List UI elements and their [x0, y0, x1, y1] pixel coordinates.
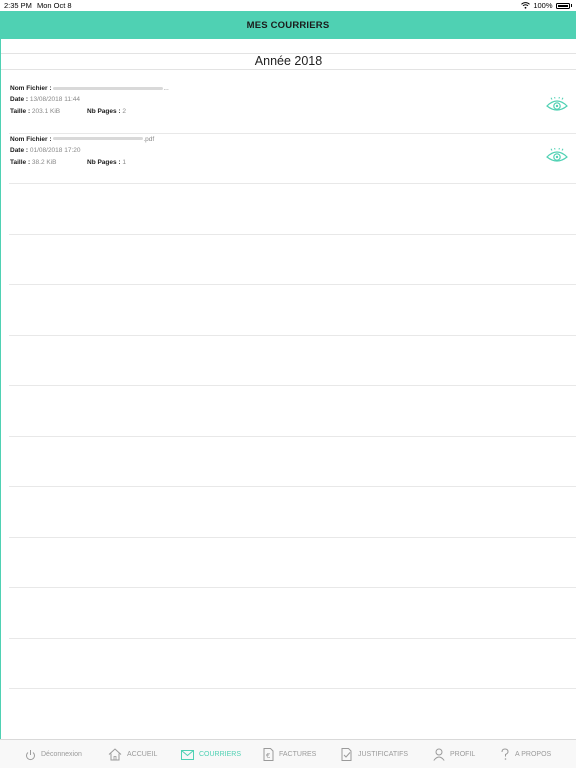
status-time: 2:35 PM: [4, 1, 32, 10]
list-item[interactable]: Nom Fichier : .pdf Date : 01/08/2018 17:…: [9, 134, 576, 184]
battery-icon: [555, 2, 570, 9]
status-date: Mon Oct 8: [37, 1, 72, 10]
tab-factures[interactable]: € FACTURES: [263, 740, 316, 769]
power-icon: [26, 749, 35, 760]
empty-row: [9, 487, 576, 538]
file-size: 38.2 KiB: [31, 158, 57, 166]
page-title: MES COURRIERS: [246, 19, 330, 31]
envelope-icon: [181, 749, 194, 760]
size-label: Taille :: [10, 108, 31, 115]
empty-row: [9, 336, 576, 386]
page-count: 2: [122, 108, 127, 115]
file-date: 13/08/2018 11:44: [29, 96, 80, 103]
empty-row: [9, 285, 576, 336]
file-name-suffix: .pdf: [143, 135, 155, 143]
wifi-icon: [521, 2, 531, 9]
empty-row: [9, 184, 576, 235]
empty-row: [9, 588, 576, 639]
main-content: Année 2018 Nom Fichier : ... Date : 13/0…: [0, 39, 576, 739]
tab-accueil[interactable]: ACCUEIL: [108, 740, 157, 769]
file-name-redacted: [53, 137, 144, 141]
file-name-suffix: ...: [163, 85, 169, 92]
empty-row: [9, 386, 576, 437]
euro-document-icon: €: [263, 748, 274, 761]
tab-label: A PROPOS: [515, 751, 552, 758]
date-label: Date :: [10, 146, 29, 154]
date-label: Date :: [10, 96, 29, 103]
empty-row: [9, 538, 576, 588]
tab-justificatifs[interactable]: JUSTIFICATIFS: [341, 740, 408, 769]
check-document-icon: [341, 748, 352, 761]
pages-label: Nb Pages :: [87, 108, 121, 115]
home-icon: [108, 748, 122, 761]
tab-deconnexion[interactable]: Déconnexion: [25, 740, 82, 769]
tab-bar: Déconnexion ACCUEIL COURRIERS € FACTURES…: [0, 739, 576, 768]
file-name-label: Nom Fichier :: [10, 85, 52, 92]
empty-row: [9, 437, 576, 487]
file-name-label: Nom Fichier :: [10, 135, 52, 143]
size-label: Taille :: [10, 158, 31, 166]
battery-percent: 100%: [533, 1, 553, 10]
view-eye-icon[interactable]: [546, 147, 568, 164]
view-eye-icon[interactable]: [546, 97, 568, 113]
tab-profil[interactable]: PROFIL: [433, 740, 475, 769]
tab-a-propos[interactable]: A PROPOS: [500, 740, 551, 769]
file-size: 203.1 KiB: [31, 108, 61, 115]
file-date: 01/08/2018 17:20: [29, 146, 81, 154]
svg-text:€: €: [266, 752, 270, 760]
file-list: Nom Fichier : ... Date : 13/08/2018 11:4…: [1, 83, 576, 689]
list-item[interactable]: Nom Fichier : ... Date : 13/08/2018 11:4…: [9, 83, 576, 134]
user-icon: [433, 748, 445, 761]
status-right: 100%: [521, 0, 572, 11]
empty-row: [9, 235, 576, 285]
status-bar: 2:35 PM Mon Oct 8 100%: [0, 0, 576, 11]
tab-label: FACTURES: [279, 751, 317, 758]
year-section-header: Année 2018: [1, 53, 576, 70]
empty-row: [9, 639, 576, 689]
tab-label: Déconnexion: [41, 751, 82, 758]
tab-label: ACCUEIL: [127, 751, 158, 758]
question-icon: [501, 748, 509, 760]
tab-courriers[interactable]: COURRIERS: [181, 740, 241, 769]
page-count: 1: [122, 158, 127, 166]
tab-label: PROFIL: [450, 751, 476, 758]
file-name-redacted: [53, 86, 164, 90]
tab-label: JUSTIFICATIFS: [358, 751, 409, 758]
pages-label: Nb Pages :: [87, 158, 121, 166]
tab-label: COURRIERS: [199, 751, 242, 758]
navigation-bar: MES COURRIERS: [0, 11, 576, 39]
